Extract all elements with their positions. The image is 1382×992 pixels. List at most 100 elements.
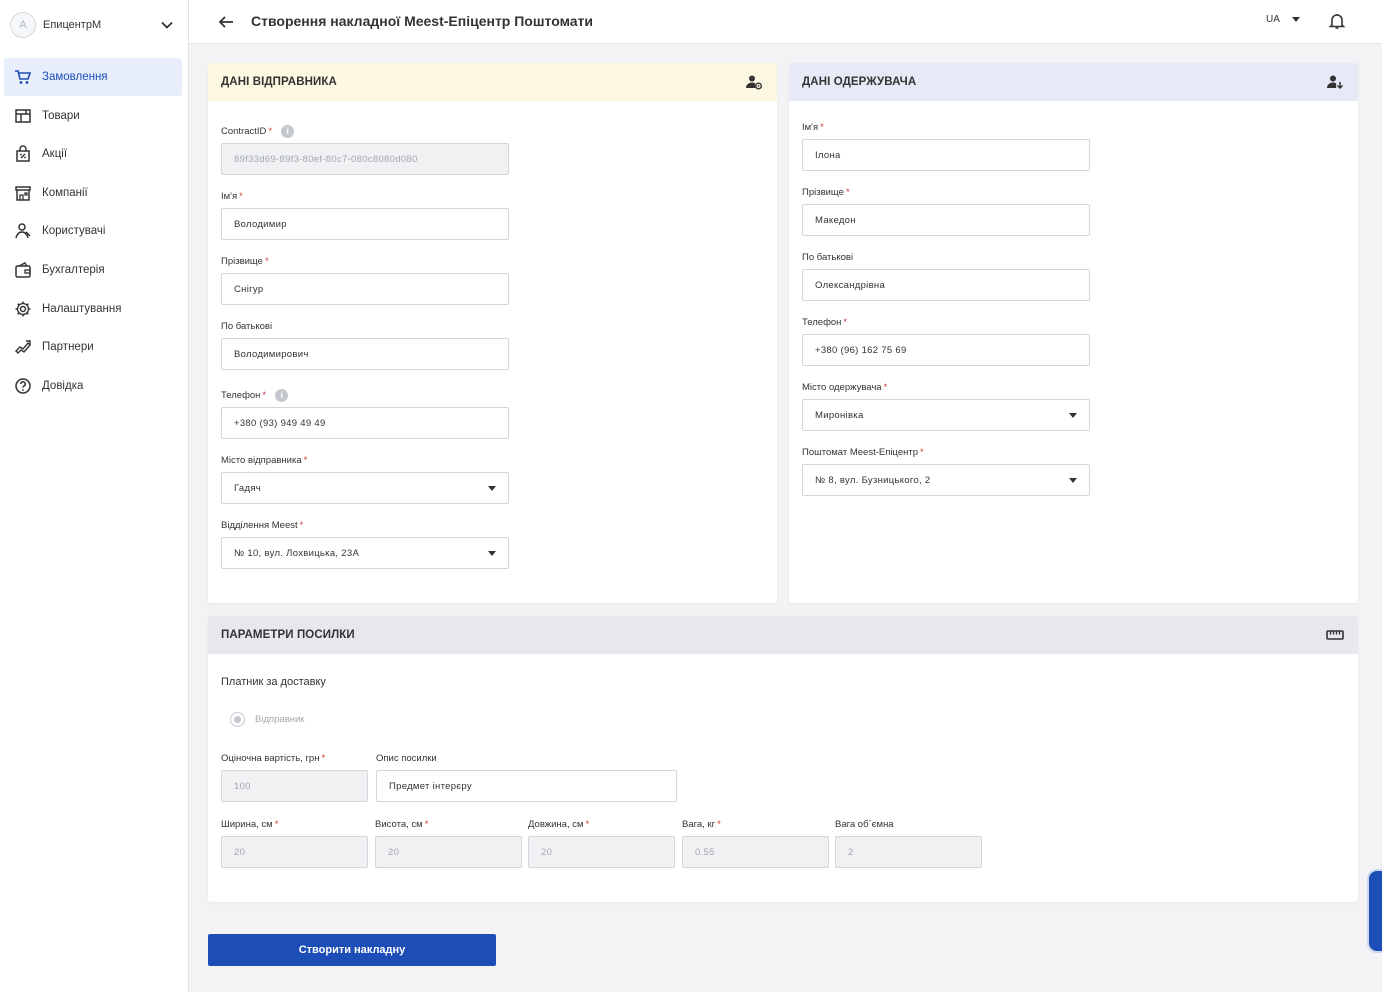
sidebar-item-settings[interactable]: Налаштування [4, 290, 182, 328]
receiver-postomat-field: Поштомат Meest-Епіцентр * № 8, вул. Бузни… [802, 446, 1090, 496]
sidebar-item-companies[interactable]: Компанії [4, 174, 182, 212]
parcel-description-input[interactable]: Предмет інтерєру [376, 770, 677, 802]
field-label: Прізвище [802, 186, 844, 198]
field-label: Ім'я [802, 121, 819, 133]
receiver-city-select[interactable]: Миронівка [802, 399, 1090, 431]
user-download-icon [1326, 73, 1344, 91]
required-mark: * [845, 186, 850, 198]
sender-card: ДАНІ ВІДПРАВНИКА ContractID * i 89f33d69-… [208, 63, 777, 603]
radio-label: Відправник [255, 714, 305, 725]
receiver-city-field: Місто одержувача * Миронівка [802, 381, 1090, 431]
sender-last-name-field: Прізвище * Снігур [221, 255, 509, 305]
field-label: Опис посилки [376, 752, 437, 764]
handshake-icon [14, 338, 32, 356]
receiver-patronymic-field: По батькові Олександрівна [802, 251, 1090, 301]
receiver-phone-input[interactable]: +380 (96) 162 75 69 [802, 334, 1090, 366]
field-label: Вага, кг [682, 818, 716, 830]
chevron-down-icon[interactable] [160, 18, 174, 32]
user-settings-icon [745, 73, 763, 91]
field-label: Ширина, см [221, 818, 273, 830]
field-label: Вага об`ємна [835, 818, 894, 830]
page-header: Створення накладної Meest-Епіцентр Пошто… [189, 0, 1382, 44]
sender-patronymic-field: По батькові Володимирович [221, 320, 509, 370]
receiver-card-header: ДАНІ ОДЕРЖУВАЧА [789, 63, 1358, 101]
radio-circle [230, 712, 245, 727]
field-label: Висота, см [375, 818, 423, 830]
receiver-first-name-input[interactable]: Ілона [802, 139, 1090, 171]
sidebar-item-label: Бухгалтерія [42, 263, 105, 276]
field-label: Поштомат Meest-Епіцентр [802, 446, 918, 458]
field-label: Телефон [221, 389, 261, 401]
required-mark: * [321, 752, 326, 764]
width-field: Ширина, см * 20 [221, 818, 368, 868]
caret-down-icon [1069, 412, 1077, 418]
sidebar-item-label: Партнери [42, 341, 94, 354]
info-icon[interactable]: i [275, 388, 289, 402]
field-label: Оціночна вартість, грн [221, 752, 320, 764]
required-mark: * [239, 190, 243, 202]
sidebar-item-partners[interactable]: Партнери [4, 328, 182, 366]
bell-icon[interactable] [1328, 12, 1346, 30]
sidebar-item-label: Акції [42, 148, 68, 161]
sender-first-name-field: Ім'я * Володимир [221, 190, 509, 240]
account-name: ЕпицентрМ [43, 19, 102, 31]
sender-card-header: ДАНІ ВІДПРАВНИКА [208, 63, 777, 101]
caret-down-icon [488, 485, 496, 491]
back-arrow-icon[interactable] [217, 13, 235, 31]
sidebar-item-promotions[interactable]: Акції [4, 135, 182, 173]
account-switcher[interactable]: A ЕпицентрМ [8, 9, 180, 41]
create-invoice-button[interactable]: Створити накладну [208, 934, 496, 966]
parcel-card-title: ПАРАМЕТРИ ПОСИЛКИ [221, 629, 355, 641]
building-icon [14, 184, 32, 202]
wallet-icon [14, 261, 32, 279]
sidebar-item-users[interactable]: Користувачі [4, 212, 182, 250]
sidebar-item-help[interactable]: Довідка [4, 367, 182, 405]
field-label: Місто відправника [221, 454, 302, 466]
required-mark: * [717, 818, 721, 830]
length-input: 20 [528, 836, 675, 868]
help-icon [14, 377, 32, 395]
required-mark: * [820, 121, 824, 133]
field-label: Довжина, см [528, 818, 584, 830]
sender-branch-select[interactable]: № 10, вул. Лохвицька, 23А [221, 537, 509, 569]
promo-icon [14, 145, 32, 163]
caret-down-icon [1291, 17, 1300, 22]
contract-id-input: 89f33d69-89f3-80ef-80c7-080c8080d080 [221, 143, 509, 175]
avatar: A [10, 12, 36, 38]
field-label: Ім'я [221, 190, 238, 202]
contract-id-field: ContractID * i 89f33d69-89f3-80ef-80c7-08… [221, 124, 509, 175]
sender-first-name-input[interactable]: Володимир [221, 208, 509, 240]
height-input: 20 [375, 836, 522, 868]
volume-weight-input: 2 [835, 836, 982, 868]
declared-value-input: 100 [221, 770, 368, 802]
payer-radio-sender[interactable]: Відправник [230, 712, 304, 727]
receiver-last-name-input[interactable]: Македон [802, 204, 1090, 236]
length-field: Довжина, см * 20 [528, 818, 675, 868]
field-label: Прізвище [221, 255, 263, 267]
sender-last-name-input[interactable]: Снігур [221, 273, 509, 305]
volume-weight-field: Вага об`ємна 2 [835, 818, 982, 868]
sidebar-item-accounting[interactable]: Бухгалтерія [4, 251, 182, 289]
sender-patronymic-input[interactable]: Володимирович [221, 338, 509, 370]
sidebar-item-orders[interactable]: Замовлення [4, 58, 182, 96]
field-label: По батькові [802, 251, 854, 263]
side-widget-tab[interactable] [1369, 871, 1382, 951]
sidebar-item-label: Замовлення [42, 71, 108, 83]
language-select[interactable]: UA [1266, 14, 1300, 25]
ruler-icon [1326, 626, 1344, 644]
sidebar-item-label: Налаштування [42, 302, 122, 315]
parcel-description-field: Опис посилки Предмет інтерєру [376, 752, 677, 802]
info-icon[interactable]: i [281, 124, 295, 138]
sender-branch-field: Відділення Meest * № 10, вул. Лохвицька, … [221, 519, 509, 569]
sender-city-select[interactable]: Гадяч [221, 472, 509, 504]
sidebar-item-label: Товари [42, 109, 80, 122]
field-label: ContractID [221, 125, 267, 137]
required-mark: * [264, 255, 269, 267]
receiver-postomat-select[interactable]: № 8, вул. Бузницького, 2 [802, 464, 1090, 496]
receiver-patronymic-input[interactable]: Олександрівна [802, 269, 1090, 301]
sidebar-item-products[interactable]: Товари [4, 97, 182, 135]
weight-field: Вага, кг * 0.55 [682, 818, 829, 868]
width-input: 20 [221, 836, 368, 868]
sender-phone-input[interactable]: +380 (93) 949 49 49 [221, 407, 509, 439]
weight-input: 0.55 [682, 836, 829, 868]
